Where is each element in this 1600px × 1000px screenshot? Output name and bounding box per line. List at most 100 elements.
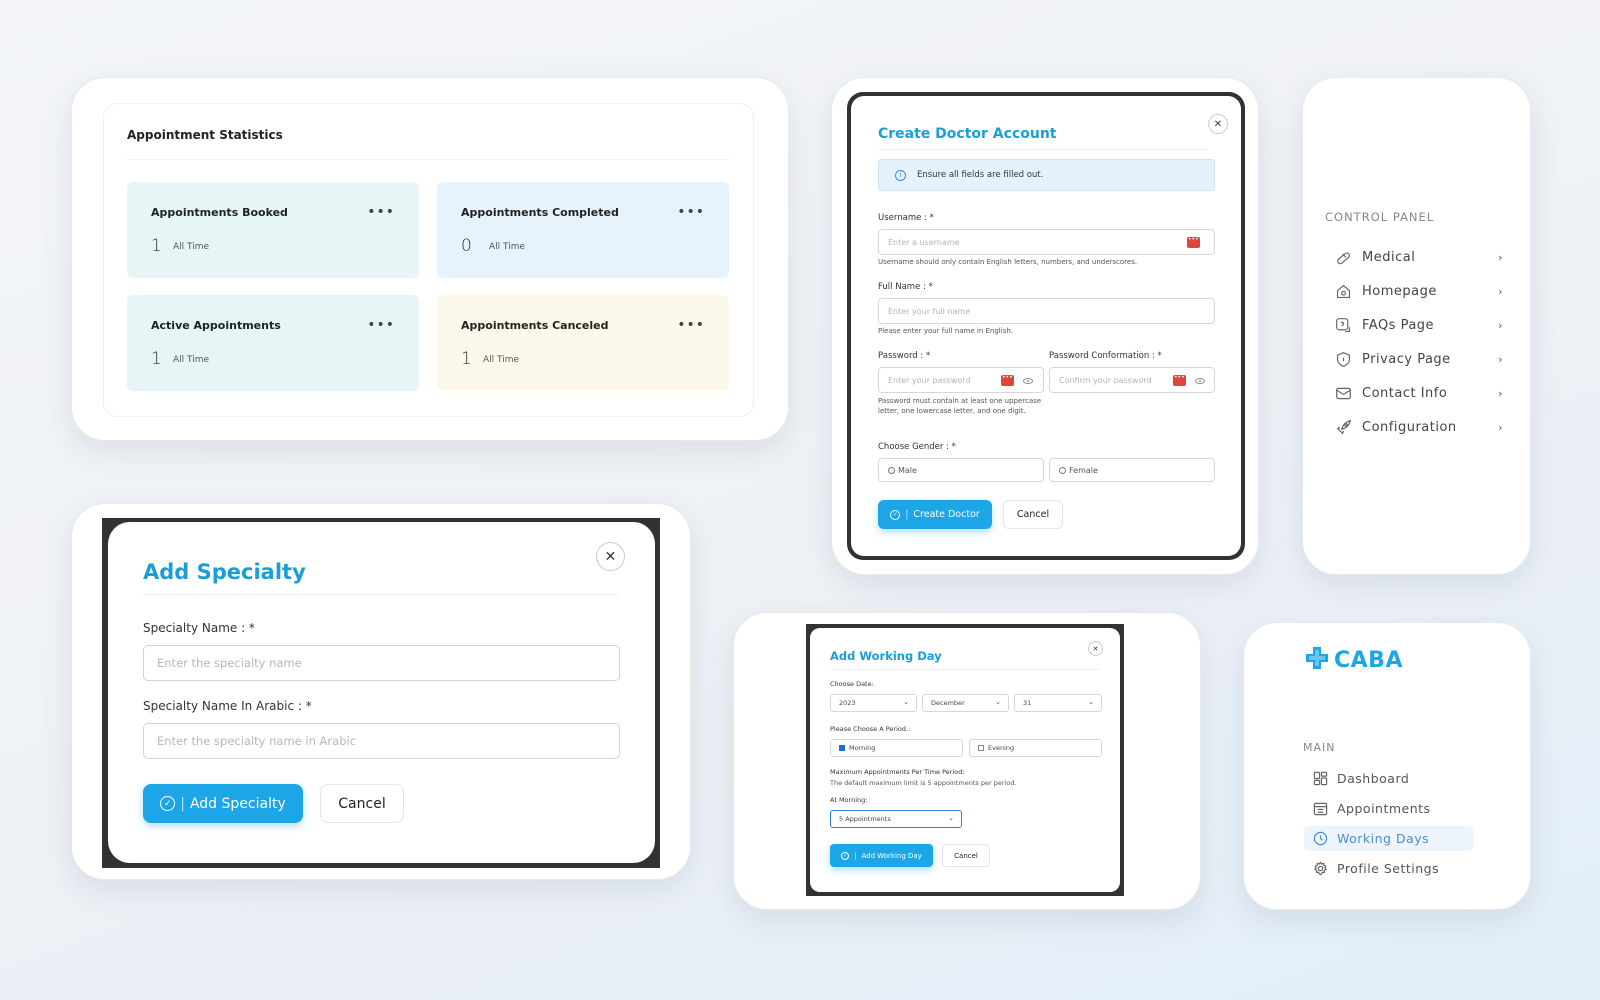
more-dots-icon[interactable]: ••• <box>677 317 705 333</box>
create-doctor-button[interactable]: ✓ | Create Doctor <box>878 500 992 529</box>
chevron-down-icon: ⌄ <box>948 814 954 822</box>
chevron-right-icon: › <box>1498 318 1503 332</box>
confirm-password-input[interactable]: Confirm your password <box>1049 367 1215 393</box>
main-navigation-card: CABA MAIN Dashboard Appointments Working… <box>1243 622 1531 910</box>
nav-item-profile-settings[interactable]: Profile Settings <box>1304 856 1473 881</box>
nav-item-working-days[interactable]: Working Days <box>1304 826 1473 851</box>
main-nav-title: MAIN <box>1303 741 1336 754</box>
chevron-down-icon: ⌄ <box>995 698 1001 706</box>
control-item-label: Configuration <box>1362 419 1457 435</box>
close-icon[interactable]: ✕ <box>1208 114 1228 134</box>
username-label: Username : * <box>878 213 934 223</box>
year-value: 2023 <box>839 699 856 707</box>
specialty-name-placeholder: Enter the specialty name <box>157 656 302 670</box>
evening-option[interactable]: Evening <box>969 739 1102 757</box>
at-morning-select[interactable]: 5 Appointments ⌄ <box>830 810 962 828</box>
stat-value: 1 <box>151 236 162 256</box>
year-select[interactable]: 2023 ⌄ <box>830 694 917 712</box>
nav-item-appointments[interactable]: Appointments <box>1304 796 1473 821</box>
nav-item-dashboard[interactable]: Dashboard <box>1304 766 1473 791</box>
specialty-arabic-label: Specialty Name In Arabic : * <box>143 699 312 713</box>
control-item-medical[interactable]: Medical › <box>1333 245 1503 269</box>
nav-item-label: Appointments <box>1337 801 1431 816</box>
password-input[interactable]: Enter your password <box>878 367 1044 393</box>
specialty-name-input[interactable]: Enter the specialty name <box>143 645 620 681</box>
month-value: December <box>931 699 965 707</box>
stat-period: All Time <box>173 355 210 365</box>
eye-icon[interactable] <box>1195 378 1205 384</box>
radio-icon <box>888 466 895 474</box>
add-working-day-button[interactable]: ✓ | Add Working Day <box>830 844 933 867</box>
control-item-contact[interactable]: Contact Info › <box>1333 381 1503 405</box>
username-input[interactable]: Enter a username <box>878 229 1215 255</box>
rocket-icon <box>1333 419 1353 436</box>
add-specialty-card: Add Specialty ✕ Specialty Name : * Enter… <box>71 503 691 880</box>
stat-period: All Time <box>483 355 520 365</box>
control-item-faqs[interactable]: FAQs Page › <box>1333 313 1503 337</box>
fullname-input[interactable]: Enter your full name <box>878 298 1215 324</box>
add-specialty-button[interactable]: ✓ | Add Specialty <box>143 784 303 823</box>
more-dots-icon[interactable]: ••• <box>367 204 395 220</box>
password-manager-icon[interactable] <box>1187 236 1200 248</box>
at-morning-value: 5 Appointments <box>839 815 891 823</box>
gender-female-option[interactable]: Female <box>1049 458 1215 482</box>
female-label: Female <box>1069 465 1098 475</box>
info-icon: i <box>895 169 906 181</box>
chevron-right-icon: › <box>1498 386 1503 400</box>
more-dots-icon[interactable]: ••• <box>677 204 705 220</box>
alert-text: Ensure all fields are filled out. <box>917 170 1044 180</box>
month-select[interactable]: December ⌄ <box>922 694 1009 712</box>
stat-value: 1 <box>461 349 472 369</box>
gender-label: Choose Gender : * <box>878 442 956 452</box>
stat-label: Active Appointments <box>151 319 281 332</box>
date-label: Choose Date: <box>830 680 874 688</box>
chevron-down-icon: ⌄ <box>903 698 909 706</box>
clock-icon <box>1312 831 1328 846</box>
create-doctor-label: Create Doctor <box>913 509 980 520</box>
check-circle-icon: ✓ <box>160 796 176 811</box>
stat-label: Appointments Canceled <box>461 319 609 332</box>
logo-text: CABA <box>1334 647 1403 673</box>
control-item-label: Privacy Page <box>1362 351 1451 367</box>
day-value: 31 <box>1023 699 1032 707</box>
password-placeholder: Enter your password <box>888 375 971 385</box>
password-manager-icon[interactable] <box>1001 374 1014 386</box>
password-manager-icon[interactable] <box>1173 374 1186 386</box>
at-morning-label: At Morning: <box>830 796 868 804</box>
stat-appointments-canceled: Appointments Canceled ••• 1 All Time <box>437 295 729 391</box>
specialty-arabic-input[interactable]: Enter the specialty name in Arabic <box>143 723 620 759</box>
caba-logo[interactable]: CABA <box>1304 645 1403 675</box>
cancel-button[interactable]: Cancel <box>942 844 990 867</box>
stat-period: All Time <box>489 242 526 252</box>
pill-icon <box>1333 249 1353 266</box>
eye-icon[interactable] <box>1023 378 1033 384</box>
more-dots-icon[interactable]: ••• <box>367 317 395 333</box>
control-item-homepage[interactable]: Homepage › <box>1333 279 1503 303</box>
cancel-label: Cancel <box>1016 509 1050 520</box>
add-working-day-card: Add Working Day ✕ Choose Date: 2023 ⌄ De… <box>733 612 1201 910</box>
username-placeholder: Enter a username <box>888 237 960 247</box>
max-appointments-hint: The default maximum limit is 5 appointme… <box>830 779 1017 787</box>
password-label: Password : * <box>878 351 931 361</box>
statistics-title: Appointment Statistics <box>127 128 283 142</box>
control-item-privacy[interactable]: Privacy Page › <box>1333 347 1503 371</box>
divider <box>830 669 1100 670</box>
close-icon[interactable]: ✕ <box>1088 641 1103 656</box>
create-doctor-card: Create Doctor Account ✕ i Ensure all fie… <box>831 77 1259 575</box>
modal-title: Create Doctor Account <box>878 126 1057 142</box>
close-icon[interactable]: ✕ <box>596 542 625 571</box>
cancel-button[interactable]: Cancel <box>1003 500 1063 529</box>
nav-item-label: Working Days <box>1337 831 1430 846</box>
faq-icon <box>1333 317 1353 334</box>
gender-male-option[interactable]: Male <box>878 458 1044 482</box>
checkbox-icon <box>978 745 984 751</box>
stat-label: Appointments Completed <box>461 206 619 219</box>
control-item-label: Medical <box>1362 249 1416 265</box>
day-select[interactable]: 31 ⌄ <box>1014 694 1102 712</box>
morning-option[interactable]: Morning <box>830 739 963 757</box>
modal-title: Add Specialty <box>143 560 306 584</box>
confirm-password-label: Password Conformation : * <box>1049 351 1162 361</box>
control-item-configuration[interactable]: Configuration › <box>1333 415 1503 439</box>
stat-value: 0 <box>461 236 472 256</box>
cancel-button[interactable]: Cancel <box>320 784 404 823</box>
